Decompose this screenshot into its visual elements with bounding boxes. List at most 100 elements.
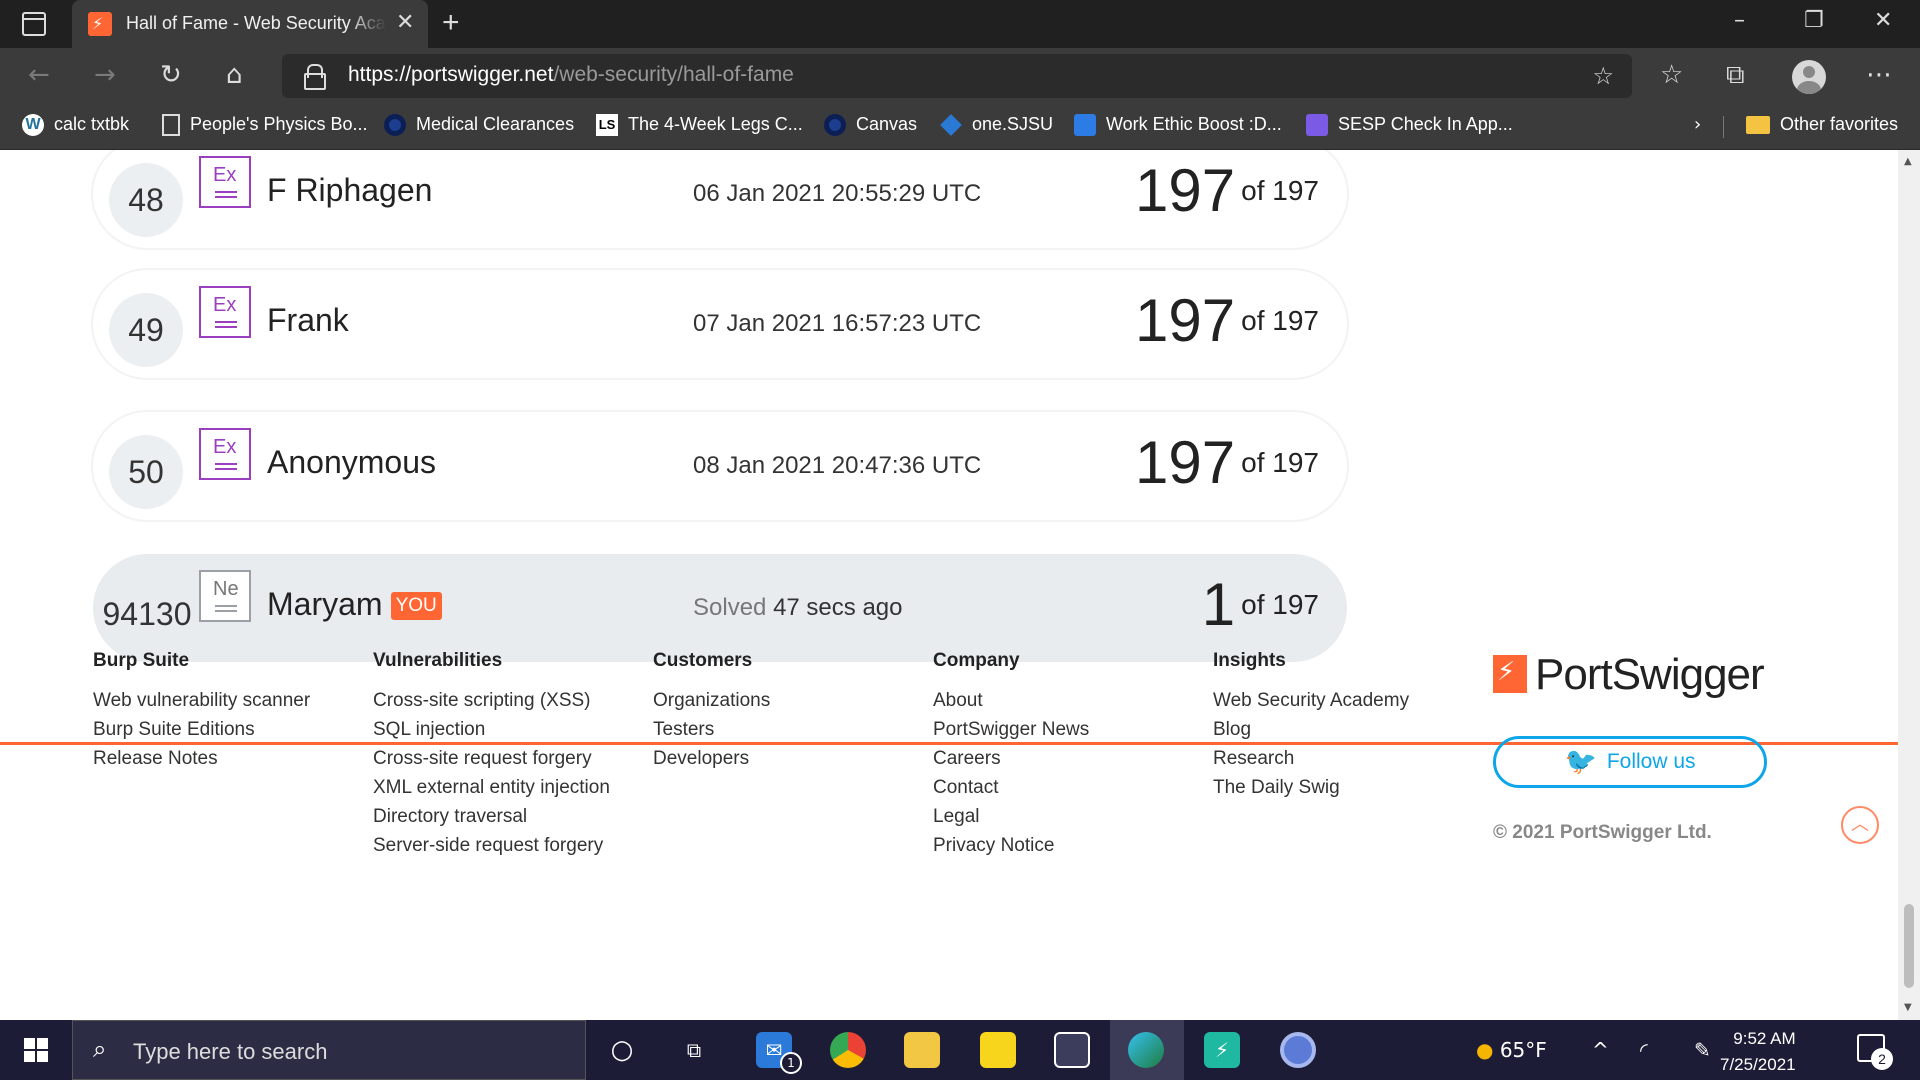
circle-icon (824, 114, 846, 137)
close-tab-icon[interactable]: ✕ (396, 10, 414, 35)
footer-link[interactable]: Organizations (653, 686, 770, 715)
bookmark-one-sjsu[interactable]: one.SJSU (940, 114, 1053, 137)
wifi-icon[interactable]: ◜ (1640, 1038, 1648, 1062)
more-menu-icon[interactable]: ⋯ (1866, 60, 1892, 90)
folder-icon (1746, 116, 1770, 135)
username: Frank (267, 302, 349, 338)
new-tab-icon[interactable]: + (442, 6, 460, 40)
portswigger-logo[interactable]: PortSwigger (1493, 650, 1765, 700)
scroll-thumb[interactable] (1904, 904, 1914, 988)
clock-date: 7/25/2021 (1720, 1055, 1796, 1074)
burp-suite-icon[interactable]: ⚡ (1204, 1032, 1240, 1068)
back-to-top-icon[interactable]: ︿ (1841, 806, 1879, 844)
footer-link[interactable]: XML external entity injection (373, 773, 610, 802)
search-icon: ⌕ (93, 1035, 107, 1063)
pen-icon[interactable]: ✎ (1694, 1038, 1711, 1062)
collections-icon[interactable]: ⧉ (1726, 60, 1745, 91)
username: Anonymous (267, 444, 436, 480)
footer-link[interactable]: Legal (933, 802, 1089, 831)
bookmark-peoples-physics[interactable]: People's Physics Bo... (162, 114, 368, 137)
rank: 94130 (102, 596, 192, 632)
footer-link[interactable]: The Daily Swig (1213, 773, 1409, 802)
windows-taskbar: ⌕ Type here to search ○ ⧉ ✉ 1 ⚡ ● 65°F ^… (0, 1020, 1920, 1080)
clock-time: 9:52 AM (1733, 1029, 1796, 1048)
page-scrollbar[interactable]: ▲ ▼ (1898, 150, 1920, 1020)
lock-icon[interactable] (304, 64, 326, 90)
footer-column-burp-suite: Burp Suite Web vulnerability scanner Bur… (93, 650, 310, 773)
footer-link[interactable]: Release Notes (93, 744, 310, 773)
close-window-icon[interactable]: ✕ (1874, 8, 1892, 33)
footer-link[interactable]: Web Security Academy (1213, 686, 1409, 715)
address-bar[interactable]: https://portswigger.net/web-security/hal… (282, 54, 1632, 98)
add-favorite-icon[interactable]: ☆ (1592, 62, 1614, 90)
footer-link[interactable]: Burp Suite Editions (93, 715, 310, 744)
completion-time: 07 Jan 2021 16:57:23 UTC (693, 310, 982, 337)
edge-icon[interactable] (1128, 1032, 1164, 1068)
footer-link[interactable]: SQL injection (373, 715, 610, 744)
favorites-icon[interactable]: ☆ (1660, 60, 1683, 90)
footer-link[interactable]: PortSwigger News (933, 715, 1089, 744)
weather-widget[interactable]: ● 65°F (1476, 1038, 1547, 1062)
bookmark-medical-clearances[interactable]: Medical Clearances (384, 114, 574, 137)
windows-start-icon[interactable] (24, 1038, 48, 1062)
minimize-icon[interactable]: – (1734, 8, 1745, 33)
sun-icon: ● (1476, 1038, 1494, 1062)
leaderboard-row: 50 Ex Anonymous 08 Jan 2021 20:47:36 UTC… (93, 412, 1347, 520)
bookmark-calc-txtbk[interactable]: Wcalc txtbk (22, 114, 129, 137)
task-view-icon[interactable]: ⧉ (676, 1032, 712, 1068)
footer-link[interactable]: Cross-site scripting (XSS) (373, 686, 610, 715)
footer-link[interactable]: About (933, 686, 1089, 715)
scroll-up-icon[interactable]: ▲ (1904, 156, 1912, 167)
leaderboard-row: 49 Ex Frank 07 Jan 2021 16:57:23 UTC 197… (93, 270, 1347, 378)
footer-link[interactable]: Contact (933, 773, 1089, 802)
footer-link[interactable]: Developers (653, 744, 770, 773)
chrome-icon[interactable] (830, 1032, 866, 1068)
show-hidden-icons-icon[interactable]: ^ (1592, 1038, 1609, 1062)
file-explorer-icon[interactable] (904, 1032, 940, 1068)
system-clock[interactable]: 9:52 AM 7/25/2021 (1720, 1026, 1796, 1078)
other-favorites[interactable]: Other favorites (1746, 114, 1898, 135)
footer-column-insights: Insights Web Security Academy Blog Resea… (1213, 650, 1409, 802)
forward-icon[interactable]: → (94, 60, 116, 90)
footer-link[interactable]: Privacy Notice (933, 831, 1089, 860)
bookmark-sesp-check-in[interactable]: SESP Check In App... (1306, 114, 1513, 137)
footer-link[interactable]: Directory traversal (373, 802, 610, 831)
page-content: 48 Ex F Riphagen 06 Jan 2021 20:55:29 UT… (0, 150, 1898, 1020)
taskbar-search-box[interactable]: ⌕ Type here to search (72, 1020, 586, 1080)
expert-badge-icon: Ex (199, 156, 251, 208)
chevron-right-icon[interactable]: › (1694, 114, 1701, 135)
footer-link[interactable]: Cross-site request forgery (373, 744, 610, 773)
tab-hall-of-fame[interactable]: Hall of Fame - Web Security Academy ✕ (72, 0, 428, 48)
cortana-icon[interactable]: ○ (604, 1032, 640, 1068)
bookmark-work-ethic-boost[interactable]: Work Ethic Boost :D... (1074, 114, 1282, 137)
score: 197 of 197 (1135, 287, 1319, 354)
sticky-notes-icon[interactable] (980, 1032, 1016, 1068)
wordpress-icon: W (22, 114, 44, 137)
home-icon[interactable]: ⌂ (226, 60, 243, 90)
url-text[interactable]: https://portswigger.net/web-security/hal… (348, 63, 794, 87)
footer-link[interactable]: Careers (933, 744, 1089, 773)
restore-icon[interactable]: ❐ (1804, 8, 1824, 33)
bookmark-4-week-legs[interactable]: LS The 4-Week Legs C... (596, 114, 803, 137)
footer-link[interactable]: Web vulnerability scanner (93, 686, 310, 715)
expert-badge-icon: Ex (199, 286, 251, 338)
chromium-icon[interactable] (1280, 1032, 1316, 1068)
notification-count: 2 (1871, 1048, 1893, 1070)
notifications-icon[interactable]: 2 (1857, 1034, 1893, 1070)
refresh-icon[interactable]: ↻ (160, 60, 182, 90)
footer-heading: Customers (653, 650, 753, 671)
browser-tab-bar: Hall of Fame - Web Security Academy ✕ + … (0, 0, 1920, 48)
back-icon[interactable]: ← (28, 60, 50, 90)
microsoft-store-icon[interactable] (1054, 1032, 1090, 1068)
profile-avatar[interactable] (1792, 60, 1826, 94)
scroll-down-icon[interactable]: ▼ (1904, 1002, 1912, 1013)
footer-link[interactable]: Server-side request forgery (373, 831, 610, 860)
footer-link[interactable]: Testers (653, 715, 770, 744)
tab-actions-icon[interactable] (22, 12, 46, 36)
follow-us-button[interactable]: 🐦 Follow us (1493, 736, 1767, 788)
footer-link[interactable]: Blog (1213, 715, 1409, 744)
bookmark-canvas[interactable]: Canvas (824, 114, 917, 137)
footer-link[interactable]: Research (1213, 744, 1409, 773)
footer-heading: Company (933, 650, 1020, 671)
rank: 50 (109, 435, 183, 509)
